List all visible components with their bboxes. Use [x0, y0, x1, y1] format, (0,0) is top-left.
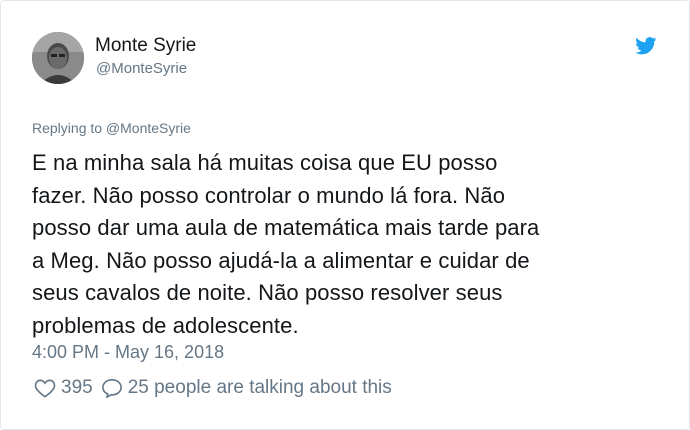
- tweet-timestamp[interactable]: 4:00 PM - May 16, 2018: [32, 342, 224, 363]
- tweet-text-line: seus cavalos de noite. Não posso resolve…: [32, 280, 503, 305]
- tweet-text-line: fazer. Não posso controlar o mundo lá fo…: [32, 182, 506, 208]
- speech-bubble-icon[interactable]: [101, 378, 123, 398]
- like-count[interactable]: 395: [61, 377, 93, 399]
- tweet-actions: 395 25 people are talking about this: [34, 375, 392, 401]
- author-display-name[interactable]: Monte Syrie: [95, 35, 196, 57]
- replying-to-label[interactable]: Replying to @MonteSyrie: [32, 120, 191, 136]
- tweet-text: E na minha sala há muitas coisa que EU p…: [32, 147, 662, 342]
- heart-icon[interactable]: [34, 378, 56, 398]
- tweet-text-line: problemas de adolescente.: [32, 312, 299, 338]
- avatar[interactable]: [32, 32, 84, 84]
- twitter-bird-icon[interactable]: [635, 37, 657, 55]
- author-handle[interactable]: @MonteSyrie: [96, 60, 187, 77]
- tweet-text-line: E na minha sala há muitas coisa que EU p…: [32, 150, 498, 175]
- tweet-text-line: posso dar uma aula de matemática mais ta…: [32, 215, 540, 240]
- conversation-link[interactable]: 25 people are talking about this: [128, 377, 392, 399]
- tweet-card: Monte Syrie @MonteSyrie Replying to @Mon…: [0, 0, 690, 430]
- avatar-photo: [32, 32, 84, 84]
- tweet-text-line: a Meg. Não posso ajudá-la a alimentar e …: [32, 247, 530, 273]
